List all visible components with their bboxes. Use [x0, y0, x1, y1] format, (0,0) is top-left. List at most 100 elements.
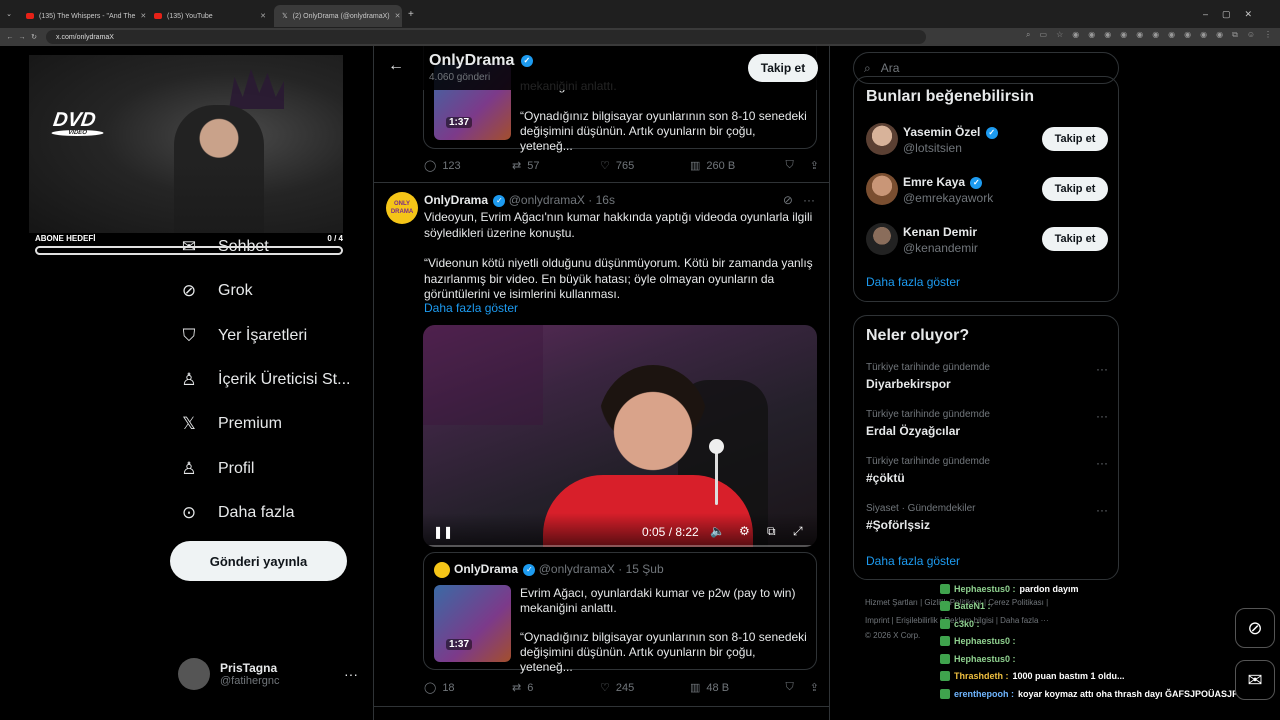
pip-icon[interactable]: ⧉ [767, 524, 776, 539]
quote-text: “Oynadığınız bilgisayar oyunlarının son … [520, 109, 807, 153]
grok-icon: ⊘ [181, 281, 197, 300]
nav-item-bookmarks[interactable]: ⛉ Yer İşaretleri [178, 325, 308, 347]
volume-knob[interactable] [709, 439, 724, 454]
trend-item[interactable]: Türkiye tarihinde gündemde Erdal Özyağcıl… [866, 409, 1108, 438]
fullscreen-icon[interactable]: ⤢ [793, 524, 803, 539]
settings-icon[interactable]: ⚙ [739, 524, 750, 538]
close-tab-icon[interactable]: ✕ [260, 12, 266, 20]
repost-button[interactable]: ⇄ 6 [512, 681, 600, 695]
pause-icon[interactable]: ❚❚ [433, 525, 453, 539]
avatar[interactable]: ONLY DRAMA [386, 192, 418, 224]
volume-icon[interactable]: 🔈 [710, 524, 725, 538]
copyright: © 2026 X Corp. [865, 631, 921, 640]
grok-icon: ⊘ [1247, 617, 1263, 638]
nav-item-grok[interactable]: ⊘ Grok [178, 280, 253, 302]
browser-tab-1[interactable]: (135) The Whispers - "And The ✕ [18, 5, 146, 27]
views-button[interactable]: ▥ 48 B [690, 681, 785, 695]
close-tab-icon[interactable]: ✕ [395, 12, 401, 20]
heart-icon: ♡ [600, 682, 610, 694]
suggestion-item[interactable]: Kenan Demir @kenandemir Takip et [866, 223, 1108, 257]
follow-button[interactable]: Takip et [1042, 177, 1108, 201]
more-icon[interactable]: ··· [803, 193, 815, 207]
suggestion-item[interactable]: Emre Kaya ✓ @emrekayawork Takip et [866, 173, 1108, 207]
volume-slider[interactable] [709, 439, 724, 505]
nav-item-creator-studio[interactable]: ♙ İçerik Üreticisi St... [178, 369, 350, 391]
post-count: 4.060 gönderi [429, 72, 491, 83]
show-more-link[interactable]: Daha fazla göster [866, 554, 960, 568]
verified-icon: ✓ [985, 126, 998, 139]
new-tab-button[interactable]: + [408, 9, 414, 20]
like-button[interactable]: ♡ 765 [600, 159, 690, 173]
more-icon[interactable]: ··· [344, 666, 358, 682]
goal-label: ABONE HEDEFİ [35, 234, 96, 243]
share-icon[interactable]: ⇪ [810, 681, 819, 694]
trend-item[interactable]: Türkiye tarihinde gündemde Diyarbekirspor… [866, 362, 1108, 391]
follow-button[interactable]: Takip et [1042, 227, 1108, 251]
nav-item-premium[interactable]: 𝕏 Premium [178, 413, 282, 435]
extension-icon[interactable]: ◉ [1200, 30, 1207, 40]
bookmark-icon[interactable]: ⛉ [786, 159, 794, 172]
grok-fab-button[interactable]: ⊘ [1235, 608, 1275, 648]
url-field[interactable]: x.com/onlydramaX [46, 30, 926, 44]
reply-button[interactable]: ◯ 18 [424, 681, 512, 695]
views-button[interactable]: ▥ 260 B [690, 159, 785, 173]
bookmark-icon: ⛉ [182, 326, 196, 345]
author-name[interactable]: OnlyDrama [424, 193, 488, 207]
reply-icon: ◯ [424, 682, 437, 694]
nav-item-more[interactable]: ⊙ Daha fazla [178, 502, 295, 524]
extension-icon[interactable]: ◉ [1120, 30, 1127, 40]
profile-icon[interactable]: ☺ [1247, 30, 1255, 40]
tab-list-icon[interactable]: ⌄ [0, 10, 18, 18]
show-more-link[interactable]: Daha fazla göster [866, 275, 960, 289]
messages-fab-button[interactable]: ✉ [1235, 660, 1275, 700]
extension-icon[interactable]: ◉ [1104, 30, 1111, 40]
reply-button[interactable]: ◯ 123 [424, 159, 512, 173]
extension-icon[interactable]: ◉ [1216, 30, 1223, 40]
extension-icon[interactable]: ◉ [1152, 30, 1159, 40]
chat-message: Hephaestus0 : pardon dayım [940, 580, 1280, 598]
more-icon[interactable]: ··· [1096, 409, 1108, 423]
menu-icon[interactable]: ⋮ [1264, 30, 1272, 40]
extension-icon[interactable]: ◉ [1072, 30, 1079, 40]
browser-tab-2[interactable]: (135) YouTube ✕ [146, 5, 274, 27]
star-icon[interactable]: ☆ [1056, 30, 1063, 40]
share-icon[interactable]: ⇪ [810, 159, 819, 172]
account-switcher[interactable]: PrisTagna @fatihergnc ··· [178, 658, 358, 690]
x-logo-icon: 𝕏 [282, 13, 288, 20]
puzzle-icon[interactable]: ⧉ [1232, 30, 1238, 40]
repost-button[interactable]: ⇄ 57 [512, 159, 600, 173]
video-progress-bar[interactable] [423, 545, 817, 547]
trend-item[interactable]: Türkiye tarihinde gündemde #çöktü ··· [866, 456, 1108, 485]
follow-button[interactable]: Takip et [748, 54, 818, 82]
extension-icon[interactable]: ◉ [1136, 30, 1143, 40]
video-player[interactable]: ❚❚ 0:05 / 8:22 🔈 ⚙ ⧉ ⤢ [423, 325, 817, 547]
suggestion-name: Yasemin Özel ✓ [903, 125, 998, 139]
chat-message: erenthepooh : koyar koymaz attı oha thras… [940, 685, 1280, 703]
more-icon[interactable]: ··· [1096, 503, 1108, 517]
back-arrow-icon[interactable]: ← [388, 57, 404, 75]
window-controls[interactable]: –▢✕ [1203, 9, 1266, 20]
back-icon[interactable]: ← [4, 34, 16, 41]
more-icon[interactable]: ··· [1096, 456, 1108, 470]
bookmark-icon[interactable]: ⛉ [786, 681, 794, 694]
extension-icon[interactable]: ◉ [1184, 30, 1191, 40]
cast-icon[interactable]: ▭ [1040, 30, 1048, 40]
reload-icon[interactable]: ↻ [28, 33, 40, 41]
like-button[interactable]: ♡ 245 [600, 681, 690, 695]
extension-icon[interactable]: ◉ [1088, 30, 1095, 40]
follow-button[interactable]: Takip et [1042, 127, 1108, 151]
browser-tab-3[interactable]: 𝕏 (2) OnlyDrama (@onlydramaX) ✕ [274, 5, 402, 27]
nav-item-profile[interactable]: ♙ Profil [178, 458, 254, 480]
zoom-icon[interactable]: ⌕ [1026, 30, 1030, 40]
trend-item[interactable]: Siyaset · Gündemdekiler #Şoförlşsiz ··· [866, 503, 1108, 532]
avatar [434, 562, 450, 578]
more-icon[interactable]: ··· [1096, 362, 1108, 376]
quoted-post[interactable]: OnlyDrama ✓ @onlydramaX · 15 Şub 1:37 Ev… [423, 552, 817, 674]
extension-icon[interactable]: ◉ [1168, 30, 1175, 40]
forward-icon[interactable]: → [16, 34, 28, 41]
suggestion-item[interactable]: Yasemin Özel ✓ @lotsitsien Takip et [866, 123, 1108, 157]
grok-icon[interactable]: ⊘ [783, 193, 793, 207]
post-button[interactable]: Gönderi yayınla [170, 541, 347, 581]
url-text: x.com/onlydramaX [56, 33, 114, 41]
show-more-link[interactable]: Daha fazla göster [424, 301, 518, 315]
